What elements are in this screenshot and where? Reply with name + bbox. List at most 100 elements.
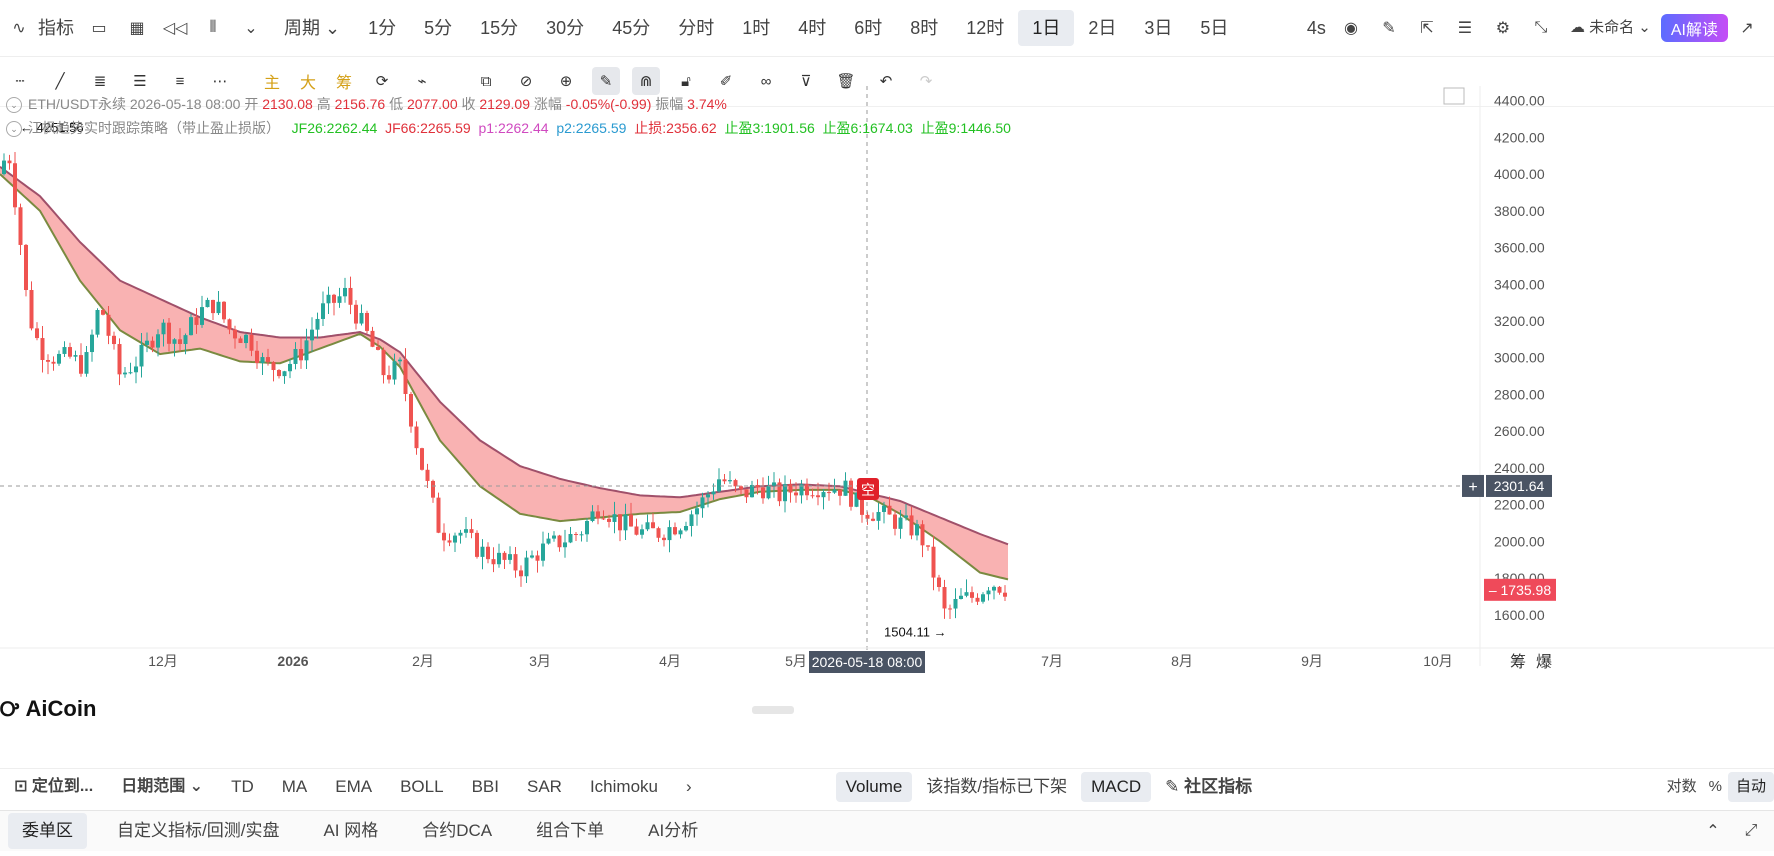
indicator-button[interactable]: 指标 xyxy=(38,10,80,46)
candle-body xyxy=(843,480,848,496)
last-price-label: – 1735.98 xyxy=(1489,582,1551,598)
auto-scale-button[interactable]: 自动 xyxy=(1727,772,1774,802)
share-icon[interactable]: ↗ xyxy=(1734,15,1760,41)
right-axis-label: 筹 xyxy=(1510,653,1526,671)
volume-tab[interactable]: Volume xyxy=(835,772,913,802)
candle-body xyxy=(359,312,364,324)
indicator-item-6[interactable]: Ichimoku xyxy=(576,769,672,805)
replay-icon[interactable]: ◁◁ xyxy=(162,15,188,41)
bottom-tab-list: 委单区 自定义指标/回测/实盘 AI 网格 合约DCA 组合下单 AI分析 xyxy=(0,813,720,849)
ai-interpret-button[interactable]: AI解读 xyxy=(1660,14,1728,42)
community-label: 社区指标 xyxy=(1184,777,1253,796)
delisted-tab[interactable]: 该指数/指标已下架 xyxy=(912,769,1081,805)
candle-body xyxy=(783,484,787,502)
timeframe-10[interactable]: 12时 xyxy=(952,10,1018,46)
bottom-tab-0[interactable]: 委单区 xyxy=(8,813,87,849)
candle-body xyxy=(981,594,985,602)
candle-body xyxy=(948,608,952,610)
macd-tab[interactable]: MACD xyxy=(1081,772,1152,802)
collapse-icon[interactable]: ⌄ xyxy=(6,97,22,114)
layout-icon[interactable]: ▦ xyxy=(124,15,150,41)
strategy-name[interactable]: 江枫趋势实时跟踪策略（带止盈止损版） xyxy=(28,120,280,136)
template-icon[interactable]: ▭ xyxy=(86,15,112,41)
crosshair-plus-icon: + xyxy=(1468,479,1477,496)
candle-body xyxy=(310,329,314,341)
candle-body xyxy=(645,522,650,530)
candle-body xyxy=(849,480,853,507)
log-scale-button[interactable]: 对数 xyxy=(1661,769,1703,805)
date-range-select[interactable]: 日期范围 ⌄ xyxy=(107,769,217,805)
candle-body xyxy=(491,559,496,565)
chevron-down-icon[interactable]: ⌄ xyxy=(238,15,264,41)
candle-body xyxy=(986,590,991,595)
candle-body xyxy=(838,489,842,496)
bottom-tab-5[interactable]: AI分析 xyxy=(634,813,712,849)
logo-text: AiCoin xyxy=(25,696,97,721)
timeframe-7[interactable]: 4时 xyxy=(784,10,840,46)
candle-body xyxy=(150,340,155,348)
candle-body xyxy=(233,329,237,339)
timeframe-14[interactable]: 5日 xyxy=(1186,10,1242,46)
timeframe-8[interactable]: 6时 xyxy=(840,10,896,46)
layout-name-select[interactable]: ☁ 未命名 ⌄ xyxy=(1560,10,1661,46)
bottom-tab-2[interactable]: AI 网格 xyxy=(309,813,392,849)
timeframe-0[interactable]: 1分 xyxy=(354,10,410,46)
chart-type-icon[interactable]: ⫴ xyxy=(200,15,226,41)
collapse-icon[interactable]: ⤡ xyxy=(1528,15,1554,41)
indicator-item-0[interactable]: TD xyxy=(217,769,268,805)
candle-body xyxy=(530,555,534,558)
strategy-row: ⌄ 江枫趋势实时跟踪策略（带止盈止损版） JF26:2262.44 JF66:22… xyxy=(0,116,1011,140)
chevron-up-icon[interactable]: ⌃ xyxy=(1700,818,1726,844)
camera-icon[interactable]: ◉ xyxy=(1338,15,1364,41)
timeframe-12[interactable]: 2日 xyxy=(1074,10,1130,46)
candle-body xyxy=(827,492,831,494)
locate-button[interactable]: ⊡ 定位到... xyxy=(0,769,107,805)
info-overlay: ⌄ ETH/USDT永续 2026-05-18 08:00 开 2130.08 高… xyxy=(0,92,1011,140)
interval-badge[interactable]: 4s xyxy=(1301,10,1332,46)
timeframe-13[interactable]: 3日 xyxy=(1130,10,1186,46)
percent-scale-button[interactable]: % xyxy=(1703,769,1728,805)
timeframe-3[interactable]: 30分 xyxy=(532,10,598,46)
timeframe-11[interactable]: 1日 xyxy=(1018,10,1075,46)
candle-body xyxy=(1003,592,1007,597)
stop-loss-value: 止损:2356.62 xyxy=(634,120,717,136)
candle-body xyxy=(299,348,303,361)
price-chart[interactable]: 空← 4251.561504.11 →1600.001800.002000.00… xyxy=(0,86,1774,746)
bottom-tab-4[interactable]: 组合下单 xyxy=(522,813,618,849)
candle-body xyxy=(887,505,892,515)
bottom-tab-1[interactable]: 自定义指标/回测/实盘 xyxy=(103,813,293,849)
indicator-item-1[interactable]: MA xyxy=(268,769,322,805)
candle-body xyxy=(959,595,963,599)
timeframe-4[interactable]: 45分 xyxy=(598,10,664,46)
list-icon[interactable]: ☰ xyxy=(1452,15,1478,41)
indicator-item-4[interactable]: BBI xyxy=(458,769,513,805)
timeframe-2[interactable]: 15分 xyxy=(466,10,532,46)
timeframe-6[interactable]: 1时 xyxy=(728,10,784,46)
timeframe-1[interactable]: 5分 xyxy=(410,10,466,46)
candle-body xyxy=(612,514,617,522)
chevron-right-icon[interactable]: › xyxy=(672,769,706,805)
pen-icon[interactable]: ✎ xyxy=(1376,15,1402,41)
timeframe-9[interactable]: 8时 xyxy=(896,10,952,46)
period-button[interactable]: 周期 ⌄ xyxy=(270,10,354,46)
candle-body xyxy=(409,393,413,427)
collapse-icon[interactable]: ⌄ xyxy=(6,121,22,138)
community-indicator-button[interactable]: ✎ 社区指标 xyxy=(1151,769,1266,805)
indicator-item-2[interactable]: EMA xyxy=(321,769,386,805)
gear-icon[interactable]: ⚙ xyxy=(1490,15,1516,41)
amp-value: 3.74% xyxy=(687,96,727,112)
candle-body xyxy=(365,312,369,331)
indicator-item-5[interactable]: SAR xyxy=(513,769,576,805)
candle-body xyxy=(975,597,980,602)
indicator-icon[interactable]: ∿ xyxy=(6,15,32,41)
candle-body xyxy=(706,494,710,498)
x-tick-label: 10月 xyxy=(1423,653,1453,669)
timeframe-5[interactable]: 分时 xyxy=(664,10,728,46)
export-icon[interactable]: ⇱ xyxy=(1414,15,1440,41)
x-tick-label: 12月 xyxy=(148,653,178,669)
indicator-item-3[interactable]: BOLL xyxy=(386,769,457,805)
low-label: 低 xyxy=(389,96,404,112)
candle-body xyxy=(821,492,826,498)
expand-icon[interactable]: ⤢ xyxy=(1738,818,1764,844)
bottom-tab-3[interactable]: 合约DCA xyxy=(408,813,506,849)
